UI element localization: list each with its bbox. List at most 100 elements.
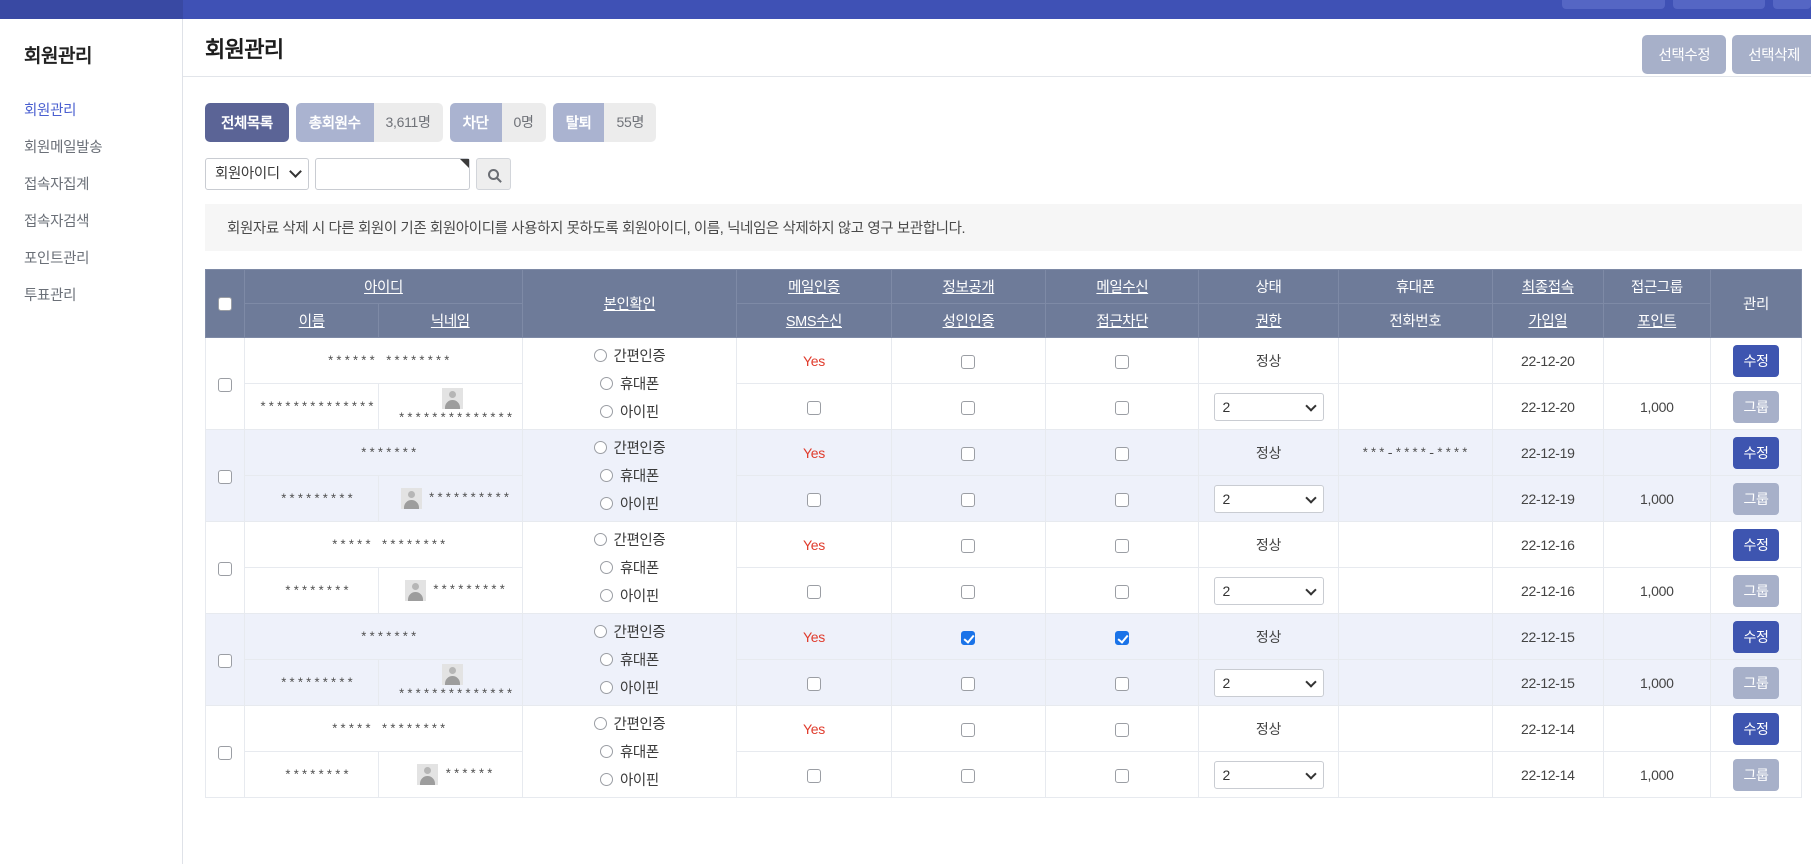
stat-total-members[interactable]: 총회원수 3,611명 bbox=[295, 103, 443, 142]
radio-icon[interactable] bbox=[599, 405, 613, 418]
select-delete-button[interactable]: 선택삭제 bbox=[1732, 35, 1811, 74]
identity-option[interactable]: 간편인증 bbox=[593, 621, 666, 642]
th-adult-auth-label[interactable]: 성인인증 bbox=[943, 314, 995, 330]
permission-select[interactable]: 12345678910 bbox=[1213, 760, 1324, 789]
row-edit-button[interactable]: 수정 bbox=[1732, 436, 1780, 469]
info-public-checkbox[interactable] bbox=[961, 354, 976, 369]
access-block-checkbox[interactable] bbox=[1115, 584, 1130, 599]
radio-icon[interactable] bbox=[599, 561, 613, 574]
identity-option[interactable]: 휴대폰 bbox=[599, 373, 659, 394]
mail-receive-checkbox[interactable] bbox=[1115, 722, 1130, 737]
search-button[interactable] bbox=[476, 158, 511, 190]
th-mail-receive[interactable]: 메일수신 bbox=[1045, 269, 1200, 304]
top-bar-ghost-button-3[interactable] bbox=[1773, 0, 1811, 9]
identity-option[interactable]: 아이핀 bbox=[599, 493, 659, 514]
row-edit-button[interactable]: 수정 bbox=[1732, 620, 1780, 653]
adult-auth-checkbox[interactable] bbox=[961, 492, 976, 507]
sidebar-item-visitor-search[interactable]: 접속자검색 bbox=[24, 202, 182, 239]
adult-auth-checkbox[interactable] bbox=[961, 676, 976, 691]
sms-receive-checkbox[interactable] bbox=[806, 584, 821, 599]
th-join-date[interactable]: 가입일 bbox=[1492, 303, 1604, 338]
th-access-block-label[interactable]: 접근차단 bbox=[1096, 314, 1148, 330]
stat-withdrawn[interactable]: 탈퇴 55명 bbox=[552, 103, 657, 142]
radio-icon[interactable] bbox=[593, 533, 607, 546]
row-group-button[interactable]: 그룹 bbox=[1732, 390, 1780, 423]
row-edit-button[interactable]: 수정 bbox=[1732, 344, 1780, 377]
row-group-button[interactable]: 그룹 bbox=[1732, 666, 1780, 699]
adult-auth-checkbox[interactable] bbox=[961, 400, 976, 415]
info-public-checkbox[interactable] bbox=[961, 446, 976, 461]
search-field-select[interactable]: 회원아이디이름닉네임휴대폰이메일 bbox=[205, 158, 309, 190]
th-mail-receive-label[interactable]: 메일수신 bbox=[1096, 280, 1148, 296]
sidebar-item-member-mail[interactable]: 회원메일발송 bbox=[24, 128, 182, 165]
row-select-checkbox[interactable] bbox=[218, 561, 233, 576]
identity-option[interactable]: 휴대폰 bbox=[599, 741, 659, 762]
identity-option[interactable]: 휴대폰 bbox=[599, 465, 659, 486]
radio-icon[interactable] bbox=[593, 717, 607, 730]
th-nickname-label[interactable]: 닉네임 bbox=[431, 314, 470, 330]
th-point[interactable]: 포인트 bbox=[1602, 303, 1711, 338]
th-sms-receive-label[interactable]: SMS수신 bbox=[786, 314, 843, 330]
sidebar-item-visitor-stats[interactable]: 접속자집계 bbox=[24, 165, 182, 202]
radio-icon[interactable] bbox=[599, 497, 613, 510]
permission-select[interactable]: 12345678910 bbox=[1213, 392, 1324, 421]
permission-select[interactable]: 12345678910 bbox=[1213, 576, 1324, 605]
identity-option[interactable]: 간편인증 bbox=[593, 713, 666, 734]
identity-option[interactable]: 휴대폰 bbox=[599, 649, 659, 670]
identity-option[interactable]: 아이핀 bbox=[599, 585, 659, 606]
th-join-date-label[interactable]: 가입일 bbox=[1528, 314, 1567, 330]
radio-icon[interactable] bbox=[599, 653, 613, 666]
th-nickname[interactable]: 닉네임 bbox=[378, 303, 523, 338]
search-input[interactable] bbox=[315, 158, 470, 190]
identity-option[interactable]: 아이핀 bbox=[599, 677, 659, 698]
th-access-block[interactable]: 접근차단 bbox=[1045, 303, 1200, 338]
row-select-checkbox[interactable] bbox=[218, 469, 233, 484]
row-select-checkbox[interactable] bbox=[218, 745, 233, 760]
identity-option[interactable]: 간편인증 bbox=[593, 345, 666, 366]
row-edit-button[interactable]: 수정 bbox=[1732, 528, 1780, 561]
mail-receive-checkbox[interactable] bbox=[1115, 354, 1130, 369]
stat-blocked[interactable]: 차단 0명 bbox=[449, 103, 546, 142]
info-public-checkbox[interactable] bbox=[961, 630, 976, 645]
th-identity-verify-label[interactable]: 본인확인 bbox=[604, 297, 656, 313]
row-select-checkbox[interactable] bbox=[218, 653, 233, 668]
sidebar-item-member-management[interactable]: 회원관리 bbox=[24, 91, 182, 128]
mail-receive-checkbox[interactable] bbox=[1115, 538, 1130, 553]
access-block-checkbox[interactable] bbox=[1115, 768, 1130, 783]
sms-receive-checkbox[interactable] bbox=[806, 492, 821, 507]
identity-option[interactable]: 휴대폰 bbox=[599, 557, 659, 578]
th-id[interactable]: 아이디 bbox=[244, 269, 523, 304]
th-info-public-label[interactable]: 정보공개 bbox=[943, 280, 995, 296]
row-select-checkbox[interactable] bbox=[218, 377, 233, 392]
permission-select[interactable]: 12345678910 bbox=[1213, 668, 1324, 697]
th-info-public[interactable]: 정보공개 bbox=[890, 269, 1047, 304]
row-group-button[interactable]: 그룹 bbox=[1732, 758, 1780, 791]
th-last-access-label[interactable]: 최종접속 bbox=[1522, 280, 1574, 296]
th-mail-auth[interactable]: 메일인증 bbox=[736, 269, 892, 304]
th-identity-verify[interactable]: 본인확인 bbox=[521, 269, 738, 338]
identity-option[interactable]: 아이핀 bbox=[599, 769, 659, 790]
radio-icon[interactable] bbox=[599, 589, 613, 602]
th-id-label[interactable]: 아이디 bbox=[364, 280, 403, 296]
th-permission[interactable]: 권한 bbox=[1198, 303, 1339, 338]
mail-receive-checkbox[interactable] bbox=[1115, 630, 1130, 645]
mail-receive-checkbox[interactable] bbox=[1115, 446, 1130, 461]
sms-receive-checkbox[interactable] bbox=[806, 676, 821, 691]
radio-icon[interactable] bbox=[599, 377, 613, 390]
radio-icon[interactable] bbox=[593, 349, 607, 362]
adult-auth-checkbox[interactable] bbox=[961, 768, 976, 783]
radio-icon[interactable] bbox=[599, 681, 613, 694]
access-block-checkbox[interactable] bbox=[1115, 492, 1130, 507]
th-sms-receive[interactable]: SMS수신 bbox=[736, 303, 892, 338]
adult-auth-checkbox[interactable] bbox=[961, 584, 976, 599]
row-edit-button[interactable]: 수정 bbox=[1732, 712, 1780, 745]
top-bar-ghost-button-2[interactable] bbox=[1673, 0, 1765, 9]
sidebar-item-poll-management[interactable]: 투표관리 bbox=[24, 276, 182, 313]
row-group-button[interactable]: 그룹 bbox=[1732, 574, 1780, 607]
access-block-checkbox[interactable] bbox=[1115, 400, 1130, 415]
sidebar-item-point-management[interactable]: 포인트관리 bbox=[24, 239, 182, 276]
th-permission-label[interactable]: 권한 bbox=[1256, 314, 1282, 330]
filter-all-list[interactable]: 전체목록 bbox=[205, 103, 289, 142]
th-last-access[interactable]: 최종접속 bbox=[1492, 269, 1604, 304]
sms-receive-checkbox[interactable] bbox=[806, 768, 821, 783]
